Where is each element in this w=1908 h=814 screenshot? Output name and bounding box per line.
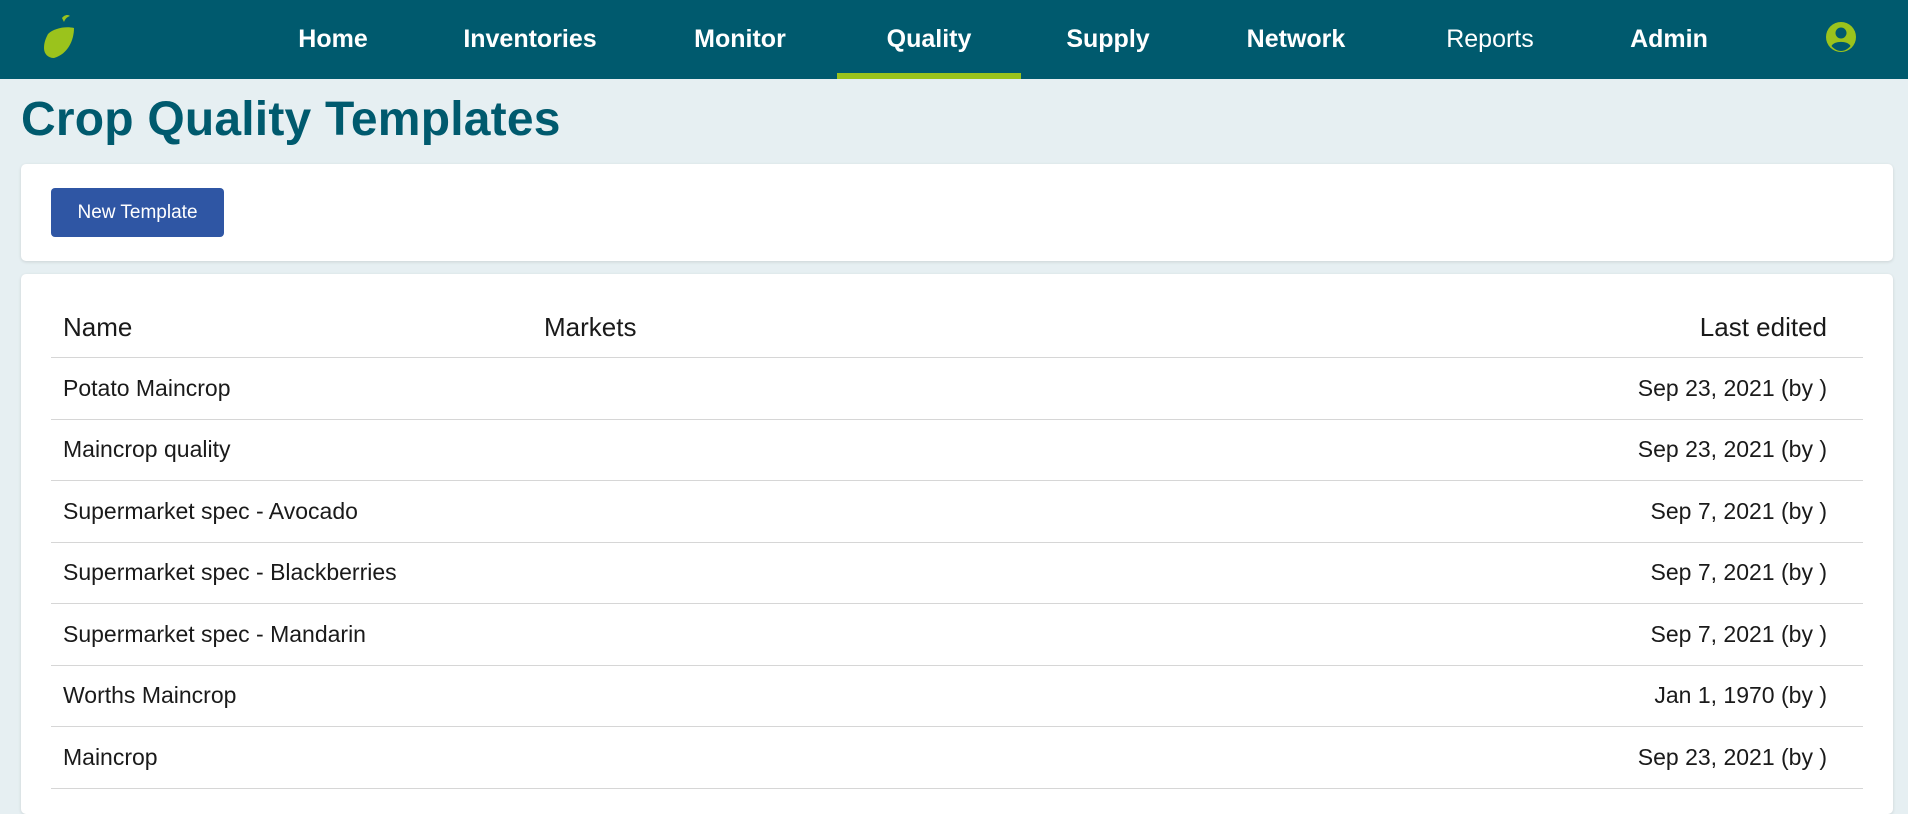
table-row[interactable]: Worths Maincrop Jan 1, 1970 (by ) xyxy=(51,666,1863,727)
top-nav-bar: Home Inventories Monitor Quality Supply … xyxy=(0,0,1908,79)
nav-network[interactable]: Network xyxy=(1229,0,1363,79)
row-name[interactable]: Maincrop xyxy=(63,727,158,788)
row-last-edited: Sep 23, 2021 (by ) xyxy=(1637,374,1827,401)
nav-admin[interactable]: Admin xyxy=(1618,0,1720,79)
table-header-row: Name Markets Last edited xyxy=(51,298,1863,358)
row-name[interactable]: Worths Maincrop xyxy=(63,666,236,727)
row-last-edited: Sep 7, 2021 (by ) xyxy=(1650,559,1827,586)
table-row[interactable]: Supermarket spec - Mandarin Sep 7, 2021 … xyxy=(51,604,1863,666)
row-last-edited: Sep 7, 2021 (by ) xyxy=(1650,497,1827,524)
table-row[interactable]: Potato Maincrop Sep 23, 2021 (by ) xyxy=(51,358,1863,420)
row-last-edited: Sep 7, 2021 (by ) xyxy=(1650,620,1827,647)
row-name[interactable]: Supermarket spec - Blackberries xyxy=(63,543,397,604)
table-row[interactable]: Maincrop quality Sep 23, 2021 (by ) xyxy=(51,420,1863,481)
new-template-button[interactable]: New Template xyxy=(51,188,224,237)
column-header-name[interactable]: Name xyxy=(63,298,132,357)
leaf-logo-icon[interactable] xyxy=(40,14,80,60)
nav-monitor[interactable]: Monitor xyxy=(675,0,805,79)
nav-home[interactable]: Home xyxy=(278,0,388,79)
nav-quality[interactable]: Quality xyxy=(837,0,1021,79)
nav-reports[interactable]: Reports xyxy=(1430,0,1550,79)
column-header-last-edited[interactable]: Last edited xyxy=(1700,298,1827,357)
table-row[interactable]: Maincrop Sep 23, 2021 (by ) xyxy=(51,727,1863,789)
row-name[interactable]: Supermarket spec - Mandarin xyxy=(63,604,366,665)
templates-table: Name Markets Last edited Potato Maincrop… xyxy=(51,298,1863,789)
row-last-edited: Sep 23, 2021 (by ) xyxy=(1637,743,1827,770)
row-name[interactable]: Potato Maincrop xyxy=(63,358,230,419)
row-last-edited: Jan 1, 1970 (by ) xyxy=(1654,682,1827,709)
nav-supply[interactable]: Supply xyxy=(1050,0,1166,79)
actions-card: New Template xyxy=(21,164,1893,261)
table-row[interactable]: Supermarket spec - Blackberries Sep 7, 2… xyxy=(51,543,1863,604)
column-header-markets[interactable]: Markets xyxy=(544,298,636,357)
page-title: Crop Quality Templates xyxy=(21,93,561,146)
nav-inventories[interactable]: Inventories xyxy=(446,0,614,79)
user-circle-icon[interactable] xyxy=(1825,21,1857,53)
table-row[interactable]: Supermarket spec - Avocado Sep 7, 2021 (… xyxy=(51,481,1863,543)
templates-table-card: Name Markets Last edited Potato Maincrop… xyxy=(21,274,1893,814)
row-last-edited: Sep 23, 2021 (by ) xyxy=(1637,436,1827,463)
row-name[interactable]: Supermarket spec - Avocado xyxy=(63,481,358,542)
row-name[interactable]: Maincrop quality xyxy=(63,420,230,481)
